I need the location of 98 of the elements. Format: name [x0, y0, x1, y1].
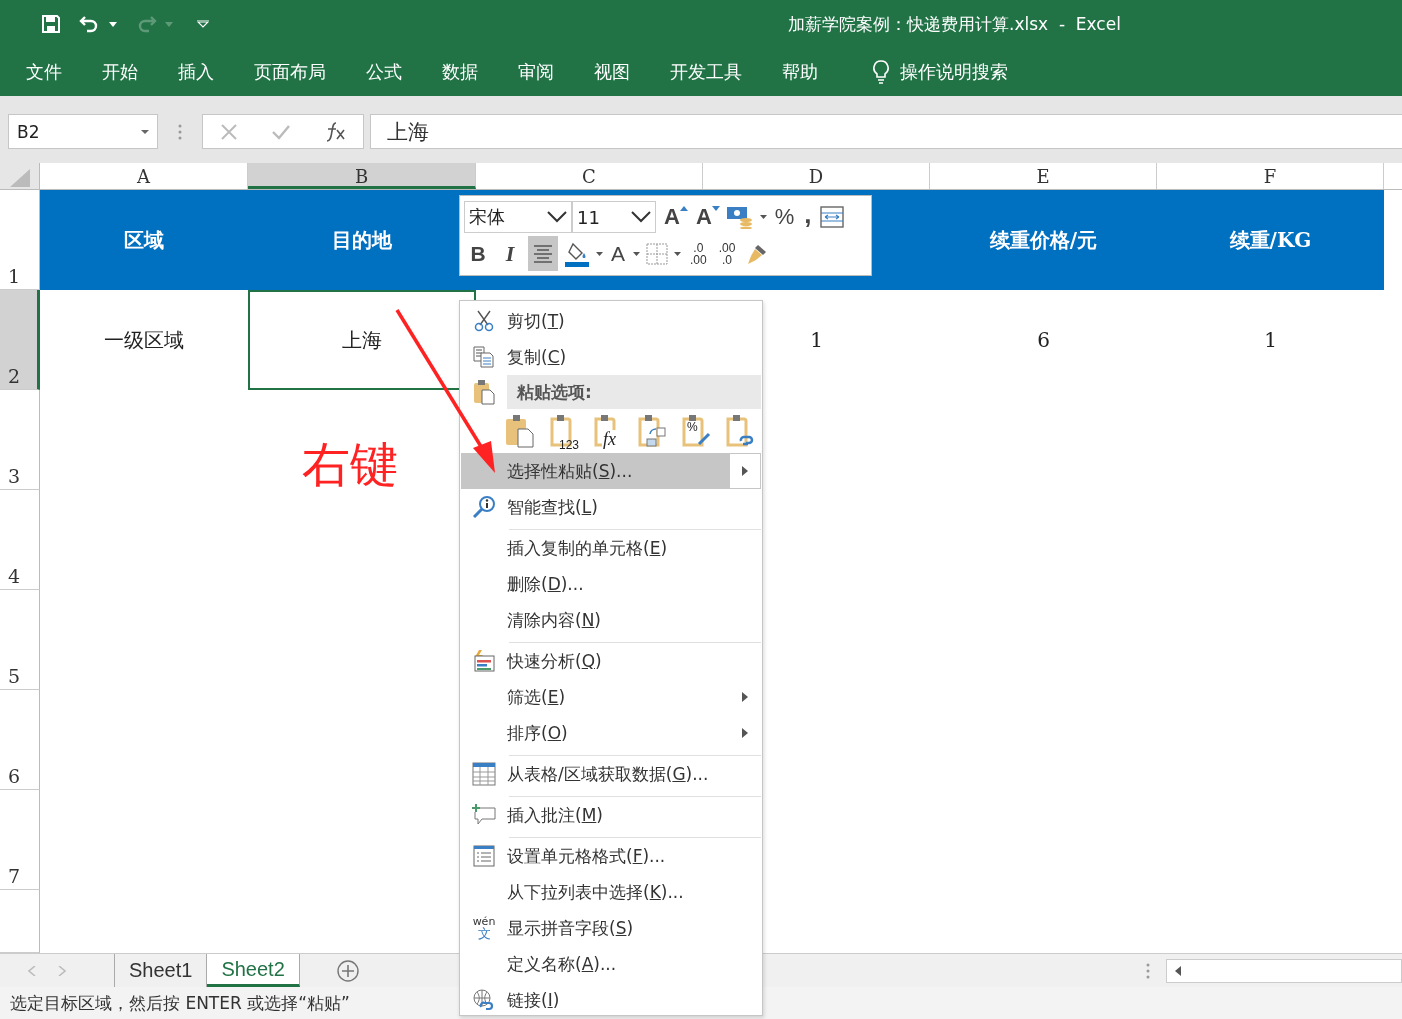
- row-header[interactable]: 4: [0, 490, 40, 590]
- add-sheet-icon[interactable]: [335, 958, 360, 983]
- globe-link-icon: [472, 988, 496, 1012]
- menu-item[interactable]: 删除(D)...: [461, 566, 761, 602]
- menu-item[interactable]: 清除内容(N): [461, 602, 761, 638]
- menu-item[interactable]: 筛选(E): [461, 679, 761, 715]
- chevron-icon[interactable]: [631, 211, 651, 223]
- menu-item[interactable]: 智能查找(L): [461, 489, 761, 525]
- ribbon-tab[interactable]: 开始: [86, 54, 154, 90]
- ribbon-tab[interactable]: 开发工具: [654, 54, 758, 90]
- format-cells-icon: [473, 845, 495, 867]
- menu-item[interactable]: 定义名称(A)...: [461, 946, 761, 982]
- lightbulb-icon[interactable]: [872, 60, 890, 84]
- table-cell: 一级区域: [104, 326, 184, 354]
- table-cell: 区域: [124, 226, 164, 254]
- row-header[interactable]: 5: [0, 590, 40, 690]
- menu-item[interactable]: 插入复制的单元格(E): [461, 529, 761, 566]
- center-align-icon: [533, 243, 553, 264]
- caret-icon[interactable]: [674, 251, 681, 256]
- caret-icon[interactable]: [633, 251, 640, 256]
- grip-icon: [178, 123, 182, 140]
- menu-item[interactable]: 插入批注(M): [461, 796, 761, 833]
- pinyin-label: wén: [472, 916, 496, 927]
- row-header[interactable]: 3: [0, 390, 40, 490]
- left-arrow-icon[interactable]: [1175, 965, 1181, 976]
- ribbon-tab[interactable]: 数据: [426, 54, 494, 90]
- ribbon-tab[interactable]: 页面布局: [238, 54, 342, 90]
- tell-me-search[interactable]: 操作说明搜索: [896, 54, 1024, 90]
- fill-color-icon[interactable]: [564, 240, 590, 267]
- font-color-button[interactable]: A: [609, 237, 627, 270]
- wrap-text-icon[interactable]: [819, 206, 844, 228]
- caret-icon[interactable]: [596, 251, 603, 256]
- row-header[interactable]: 7: [0, 790, 40, 890]
- status-text: 选定目标区域，然后按 ENTER 或选择“粘贴”: [10, 991, 350, 1015]
- annotation-text: 右键: [302, 438, 398, 491]
- decrease-decimal-button[interactable]: .00 .0: [715, 237, 739, 270]
- table-icon: [472, 762, 496, 786]
- row-header[interactable]: 1: [0, 190, 40, 290]
- increase-decimal-button[interactable]: .0 .00: [687, 237, 710, 270]
- comma-button[interactable]: ,: [802, 201, 814, 233]
- scissors-icon: [474, 310, 494, 332]
- grow-font-button[interactable]: A: [662, 201, 688, 233]
- grip-icon: [1146, 962, 1150, 979]
- table-cell: 续重价格/元: [989, 226, 1098, 254]
- ribbon-tab[interactable]: 插入: [162, 54, 230, 90]
- row-header[interactable]: 2: [0, 290, 40, 390]
- name-box[interactable]: B2: [8, 114, 158, 149]
- sheet-tab[interactable]: Sheet2: [207, 954, 300, 987]
- quick-analysis-icon: [473, 650, 495, 672]
- menu-item[interactable]: 从下拉列表中选择(K)...: [461, 874, 761, 910]
- table-cell: 1: [810, 328, 823, 352]
- ribbon-tab[interactable]: 帮助: [766, 54, 834, 90]
- triangle-icon: [679, 206, 688, 211]
- save-icon[interactable]: [41, 14, 61, 34]
- row-header[interactable]: 6: [0, 690, 40, 790]
- percent-button[interactable]: %: [772, 201, 797, 233]
- comment-icon: [472, 804, 496, 826]
- ribbon-tab[interactable]: 审阅: [502, 54, 570, 90]
- copy-icon: [473, 346, 495, 368]
- shrink-font-button[interactable]: A: [693, 201, 720, 233]
- check-icon[interactable]: [271, 123, 291, 140]
- customize-icon[interactable]: [197, 20, 209, 28]
- menu-item[interactable]: 选择性粘贴(S)...: [461, 453, 761, 489]
- table-cell: 1: [1264, 328, 1277, 352]
- table-cell: 续重/KG: [1229, 226, 1312, 254]
- column-header[interactable]: B: [248, 163, 476, 189]
- pinyin-character: 文: [477, 927, 491, 940]
- menu-item[interactable]: 快速分析(Q): [461, 642, 761, 679]
- chevron-icon[interactable]: [547, 211, 567, 223]
- ribbon-tab[interactable]: 公式: [350, 54, 418, 90]
- menu-item[interactable]: 链接(I): [461, 982, 761, 1018]
- search-icon: [472, 496, 496, 518]
- ribbon-tab[interactable]: 视图: [578, 54, 646, 90]
- triangle-icon: [711, 206, 720, 211]
- caret-icon[interactable]: [759, 215, 767, 219]
- formula-field[interactable]: 上海: [370, 114, 1402, 149]
- submenu-arrow-icon: [742, 466, 748, 476]
- caret-icon[interactable]: [141, 129, 149, 134]
- table-cell: 目的地: [332, 226, 392, 254]
- italic-button[interactable]: I: [498, 237, 522, 270]
- caret-icon[interactable]: [109, 21, 117, 27]
- submenu-arrow-icon: [742, 728, 748, 738]
- horizontal-scrollbar[interactable]: [1166, 958, 1402, 983]
- menu-item[interactable]: 设置单元格格式(F)...: [461, 837, 761, 874]
- center-align-button[interactable]: [528, 236, 558, 271]
- submenu-arrow-icon: [742, 692, 748, 702]
- money-icon[interactable]: [725, 205, 754, 229]
- window-title: 加薪学院案例：快递费用计算.xlsx - Excel: [788, 12, 1121, 36]
- table-cell: 6: [1037, 328, 1050, 352]
- font-size-dropdown[interactable]: 11: [572, 201, 656, 233]
- menu-section-header: 粘贴选项:: [507, 375, 761, 409]
- function-icon[interactable]: [324, 121, 347, 142]
- ribbon-tab[interactable]: 文件: [10, 54, 78, 90]
- menu-item[interactable]: 排序(O): [461, 715, 761, 751]
- paste-icon: [473, 379, 495, 405]
- menu-item[interactable]: 从表格/区域获取数据(G)...: [461, 755, 761, 792]
- font-dropdown[interactable]: 宋体: [464, 201, 572, 233]
- bold-button[interactable]: B: [464, 237, 492, 270]
